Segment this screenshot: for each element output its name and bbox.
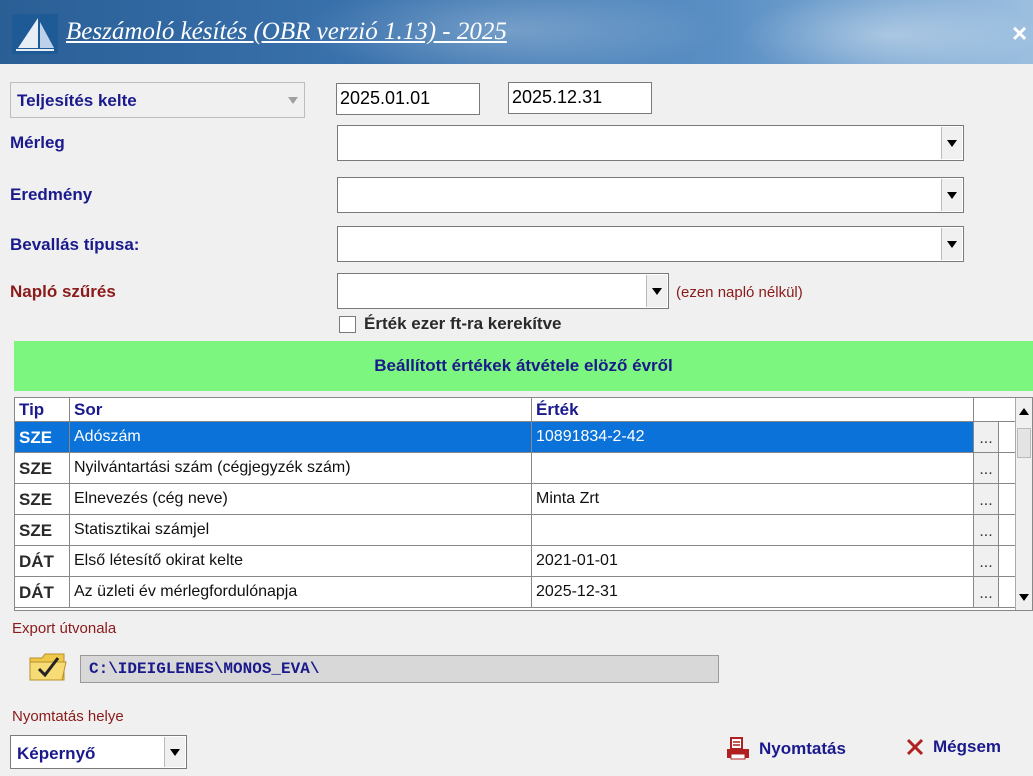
vertical-scrollbar[interactable] [1015, 398, 1032, 610]
cell-tip: DÁT [15, 546, 70, 576]
date-to-field[interactable]: 2025.12.31 [508, 82, 652, 114]
cell-sor: Elnevezés (cég neve) [70, 484, 532, 514]
period-type-select[interactable]: Teljesítés kelte [10, 82, 305, 118]
chevron-down-icon[interactable] [164, 737, 185, 767]
merleg-label: Mérleg [10, 133, 65, 152]
row-ellipsis-button[interactable]: ... [974, 515, 999, 545]
column-header-sor[interactable]: Sor [70, 398, 532, 422]
print-target-label: Nyomtatás helye [12, 708, 124, 725]
row-ellipsis-button[interactable]: ... [974, 422, 999, 452]
settings-grid: Tip Sor Érték SZE Adószám 10891834-2-42 … [14, 397, 1033, 611]
export-path-field[interactable]: C:\IDEIGLENES\MONOS_EVA\ [80, 655, 719, 683]
cell-tip: DÁT [15, 577, 70, 607]
chevron-down-icon[interactable] [941, 228, 962, 260]
bevallas-select[interactable] [337, 226, 964, 262]
chevron-down-icon[interactable] [941, 179, 962, 211]
bevallas-label: Bevallás típusa: [10, 235, 140, 254]
export-label: Export útvonala [12, 620, 117, 637]
eredmeny-select[interactable] [337, 177, 964, 213]
close-icon[interactable]: × [1012, 18, 1027, 49]
copy-previous-year-banner[interactable]: Beállított értékek átvétele elöző évről [14, 341, 1033, 391]
printer-icon [727, 737, 749, 760]
table-row[interactable]: DÁT Első létesítő okirat kelte 2021-01-0… [15, 546, 1016, 577]
cell-ertek[interactable]: 2021-01-01 [532, 546, 974, 576]
cell-tip: SZE [15, 515, 70, 545]
window-title: Beszámoló késítés (OBR verzió 1.13) - 20… [66, 18, 507, 45]
cell-sor: Statisztikai számjel [70, 515, 532, 545]
row-ellipsis-button[interactable]: ... [974, 577, 999, 607]
cell-tip: SZE [15, 453, 70, 483]
folder-check-icon[interactable] [28, 650, 68, 684]
cancel-button-label: Mégsem [933, 737, 1002, 756]
cell-tip: SZE [15, 484, 70, 514]
row-ellipsis-button[interactable]: ... [974, 484, 999, 514]
rounding-checkbox[interactable] [339, 316, 356, 333]
table-row[interactable]: SZE Statisztikai számjel ... [15, 515, 1016, 546]
print-target-value: Képernyő [17, 744, 96, 763]
cell-sor: Adószám [70, 422, 532, 452]
chevron-down-icon[interactable] [283, 84, 303, 116]
cancel-button[interactable]: Mégsem [905, 737, 1001, 757]
print-target-select[interactable]: Képernyő [10, 735, 187, 769]
rounding-label: Érték ezer ft-ra kerekítve [364, 314, 562, 333]
scroll-down-icon[interactable] [1016, 588, 1032, 606]
cell-ertek[interactable]: 10891834-2-42 [532, 422, 974, 452]
cell-sor: Első létesítő okirat kelte [70, 546, 532, 576]
cell-ertek[interactable] [532, 453, 974, 483]
row-ellipsis-button[interactable]: ... [974, 546, 999, 576]
period-type-value: Teljesítés kelte [17, 91, 137, 110]
sail-logo-icon [12, 14, 58, 54]
cell-tip: SZE [15, 422, 70, 452]
cell-ertek[interactable]: Minta Zrt [532, 484, 974, 514]
cell-ertek[interactable] [532, 515, 974, 545]
table-row[interactable]: SZE Elnevezés (cég neve) Minta Zrt ... [15, 484, 1016, 515]
chevron-down-icon[interactable] [941, 127, 962, 159]
scroll-thumb[interactable] [1017, 428, 1031, 458]
merleg-select[interactable] [337, 125, 964, 161]
naplo-note: (ezen napló nélkül) [676, 284, 803, 301]
column-header-tip[interactable]: Tip [15, 398, 70, 422]
print-button[interactable]: Nyomtatás [725, 737, 846, 761]
table-row[interactable]: SZE Nyilvántartási szám (cégjegyzék szám… [15, 453, 1016, 484]
chevron-down-icon[interactable] [646, 275, 667, 307]
naplo-label: Napló szűrés [10, 282, 116, 301]
cell-sor: Nyilvántartási szám (cégjegyzék szám) [70, 453, 532, 483]
eredmeny-label: Eredmény [10, 185, 93, 204]
x-icon [906, 738, 924, 756]
naplo-select[interactable] [337, 273, 669, 309]
column-header-button [974, 398, 1016, 422]
column-header-ertek[interactable]: Érték [532, 398, 974, 422]
scroll-up-icon[interactable] [1016, 402, 1032, 420]
print-button-label: Nyomtatás [759, 739, 846, 758]
row-ellipsis-button[interactable]: ... [974, 453, 999, 483]
cell-sor: Az üzleti év mérlegfordulónapja [70, 577, 532, 607]
table-row[interactable]: DÁT Az üzleti év mérlegfordulónapja 2025… [15, 577, 1016, 608]
date-from-field[interactable]: 2025.01.01 [336, 83, 480, 115]
cell-ertek[interactable]: 2025-12-31 [532, 577, 974, 607]
table-row[interactable]: SZE Adószám 10891834-2-42 ... [15, 422, 1016, 453]
